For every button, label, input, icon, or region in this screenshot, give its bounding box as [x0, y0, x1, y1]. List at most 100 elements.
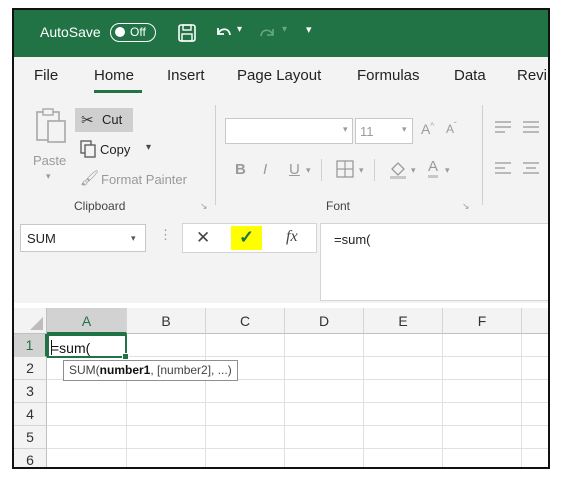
tab-data[interactable]: Data [454, 67, 486, 84]
tab-review[interactable]: Revi [517, 67, 547, 84]
italic-button[interactable]: I [263, 161, 267, 178]
formula-input[interactable]: =sum( [320, 223, 548, 301]
cancel-icon[interactable]: ✕ [196, 228, 210, 248]
tooltip-function-name: SUM( [69, 363, 100, 377]
tab-page-layout[interactable]: Page Layout [237, 67, 321, 84]
formula-text: =sum( [334, 232, 371, 247]
gridline [363, 334, 364, 467]
align-center-icon[interactable] [522, 161, 540, 175]
save-icon[interactable] [177, 23, 197, 43]
row-header-4[interactable]: 4 [14, 403, 47, 426]
format-painter-label[interactable]: Format Painter [101, 172, 187, 187]
ribbon: Paste ▾ ✂ Cut Copy ▾ 🖌 Format Painter Cl… [14, 95, 548, 214]
checkmark-icon: ✓ [239, 227, 255, 247]
select-all-corner[interactable] [14, 308, 47, 334]
tab-insert[interactable]: Insert [167, 67, 205, 84]
gridline [205, 334, 206, 467]
copy-icon[interactable] [80, 140, 96, 158]
tooltip-remaining-args[interactable]: , [number2], ...) [150, 363, 231, 377]
row-header-3[interactable]: 3 [14, 380, 47, 403]
column-header-c[interactable]: C [206, 308, 285, 334]
copy-label[interactable]: Copy [100, 142, 130, 157]
active-cell-a1[interactable]: =sum( [47, 334, 129, 360]
name-box-value: SUM [27, 231, 56, 246]
redo-dropdown-icon[interactable]: ▾ [282, 24, 287, 35]
row-header-6[interactable]: 6 [14, 449, 47, 467]
cut-label: Cut [102, 112, 123, 127]
fill-color-dropdown-icon[interactable]: ▾ [411, 165, 416, 176]
paste-label[interactable]: Paste [33, 153, 66, 168]
shrink-font-icon[interactable]: Aˇ [446, 121, 457, 136]
cut-button[interactable]: ✂ Cut [75, 108, 133, 132]
group-divider [215, 105, 216, 205]
gridline [47, 448, 548, 449]
copy-dropdown-icon[interactable]: ▾ [146, 142, 151, 153]
divider [374, 159, 375, 181]
column-header-d[interactable]: D [285, 308, 364, 334]
gridline [47, 402, 548, 403]
underline-button[interactable]: U [289, 161, 300, 178]
font-name-dropdown-icon: ▾ [343, 124, 348, 134]
tooltip-current-argument[interactable]: number1 [100, 363, 151, 377]
align-top-icon[interactable] [494, 120, 512, 134]
redo-icon[interactable] [257, 23, 279, 45]
borders-dropdown-icon[interactable]: ▾ [359, 165, 364, 176]
align-left-icon[interactable] [494, 161, 512, 175]
formula-buttons: ✕ ✓ fx [182, 223, 317, 253]
enter-button[interactable]: ✓ [231, 226, 262, 250]
divider [321, 159, 322, 181]
formula-bar: SUM ▾ ⋮ ✕ ✓ fx =sum( [14, 213, 548, 303]
font-color-dropdown-icon[interactable]: ▾ [445, 165, 450, 176]
font-size-dropdown-icon: ▾ [402, 124, 407, 134]
underline-dropdown-icon[interactable]: ▾ [306, 165, 311, 176]
column-header-f[interactable]: F [443, 308, 522, 334]
column-header-a[interactable]: A [47, 308, 127, 334]
gridline [442, 334, 443, 467]
formula-bar-grip-icon[interactable]: ⋮ [159, 227, 172, 243]
font-name-box[interactable]: ▾ [225, 118, 353, 144]
customize-toolbar-icon[interactable]: ▾ [306, 23, 312, 36]
gridline [47, 425, 548, 426]
row-header-2[interactable]: 2 [14, 357, 47, 380]
undo-dropdown-icon[interactable]: ▾ [237, 24, 242, 35]
tab-home[interactable]: Home [94, 67, 134, 84]
undo-icon[interactable] [212, 22, 234, 44]
tab-file[interactable]: File [34, 67, 58, 84]
fill-color-icon[interactable] [388, 159, 408, 179]
insert-function-icon[interactable]: fx [286, 228, 298, 246]
paste-dropdown-icon[interactable]: ▾ [46, 171, 51, 182]
clipboard-launcher-icon[interactable]: ↘ [200, 201, 208, 212]
format-painter-icon[interactable]: 🖌 [80, 169, 99, 187]
column-header-g[interactable] [522, 308, 548, 334]
clipboard-group-label: Clipboard [74, 199, 126, 213]
text-cursor [51, 340, 52, 355]
select-all-triangle-icon [30, 317, 43, 330]
scissors-icon: ✂ [81, 112, 94, 129]
ribbon-tabs: File Home Insert Page Layout Formulas Da… [14, 57, 548, 95]
row-header-5[interactable]: 5 [14, 426, 47, 449]
column-header-e[interactable]: E [364, 308, 443, 334]
autosave-state: Off [130, 25, 146, 39]
font-size-box[interactable]: 11 ▾ [355, 118, 413, 144]
gridline [284, 334, 285, 467]
group-divider [482, 105, 483, 205]
tab-formulas[interactable]: Formulas [357, 67, 420, 84]
grow-font-icon[interactable]: A^ [421, 121, 434, 137]
fill-handle[interactable] [122, 353, 129, 360]
name-box-dropdown-icon: ▾ [131, 233, 136, 243]
borders-icon[interactable] [336, 160, 354, 178]
function-tooltip[interactable]: SUM(number1, [number2], ...) [63, 360, 238, 381]
bold-button[interactable]: B [235, 161, 246, 178]
name-box[interactable]: SUM ▾ [20, 224, 146, 252]
align-middle-icon[interactable] [522, 120, 540, 134]
autosave-label: AutoSave [40, 24, 101, 40]
gridline [521, 334, 522, 467]
paste-icon[interactable] [34, 107, 68, 145]
row-header-1[interactable]: 1 [14, 334, 47, 357]
toggle-knob [115, 27, 125, 37]
font-launcher-icon[interactable]: ↘ [462, 201, 470, 212]
column-header-b[interactable]: B [127, 308, 206, 334]
worksheet-grid: A B C D E F 1 2 3 4 5 6 =sum( SUM(number… [14, 308, 548, 467]
font-color-icon[interactable]: A [428, 159, 439, 178]
autosave-toggle[interactable]: Off [110, 23, 156, 42]
